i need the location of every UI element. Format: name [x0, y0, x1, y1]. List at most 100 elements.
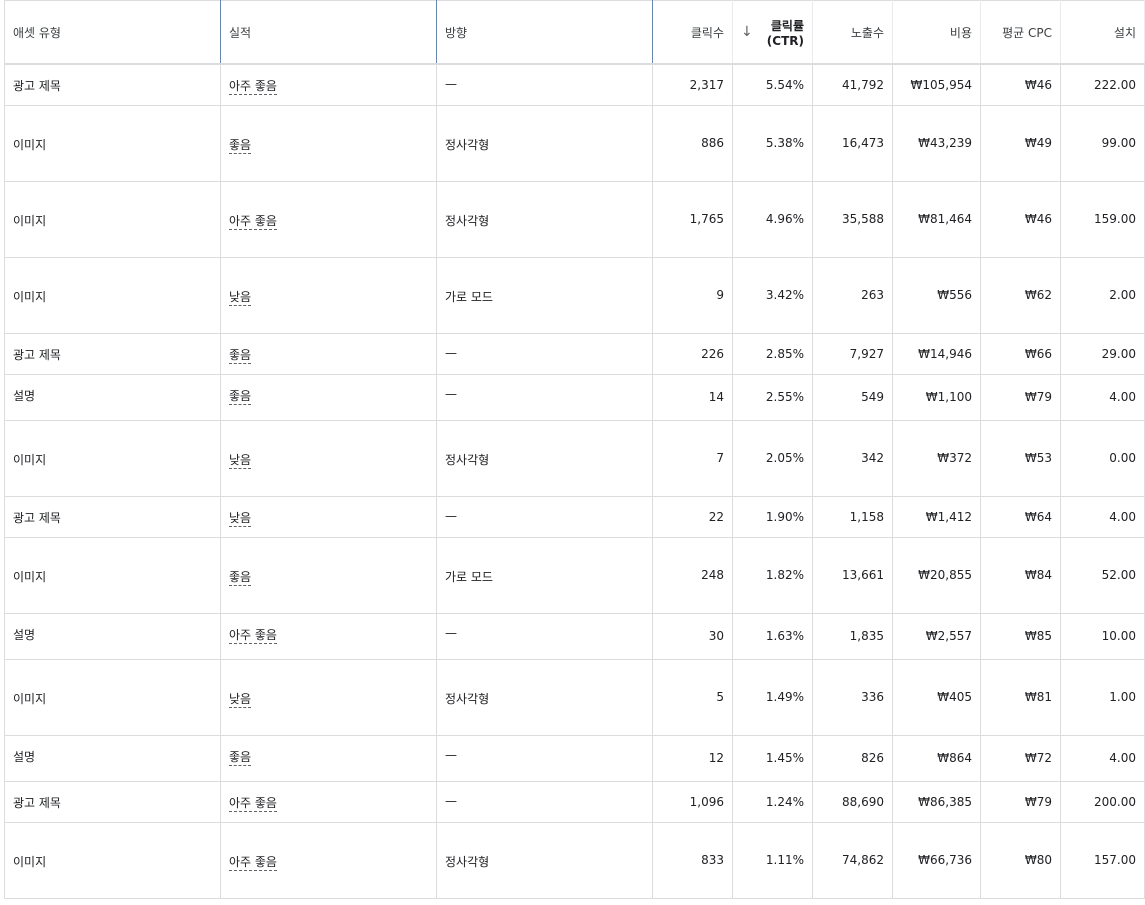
installs-cell: 0.00: [1060, 420, 1145, 497]
avg-cpc-cell: ₩66: [980, 333, 1061, 375]
asset-type-cell: 광고 제목: [4, 781, 221, 823]
performance-rating[interactable]: 아주 좋음: [229, 795, 277, 812]
impressions-cell: 7,927: [812, 333, 893, 375]
cost-cell: ₩405: [892, 659, 981, 736]
impressions-cell: 35,588: [812, 181, 893, 258]
performance-cell: 낮음: [220, 420, 437, 497]
table-row: 이미지 낮음 정사각형 7 2.05% 342 ₩372 ₩53 0.00: [4, 420, 1145, 497]
performance-cell: 아주 좋음: [220, 181, 437, 258]
performance-rating[interactable]: 좋음: [229, 749, 252, 766]
column-header-orientation[interactable]: 방향: [436, 0, 653, 65]
clicks-cell: 2,317: [652, 64, 733, 106]
performance-cell: 좋음: [220, 105, 437, 182]
clicks-cell: 22: [652, 496, 733, 538]
ctr-cell: 1.82%: [732, 537, 813, 614]
clicks-cell: 886: [652, 105, 733, 182]
clicks-cell: 30: [652, 613, 733, 660]
ctr-cell: 2.55%: [732, 374, 813, 421]
asset-type-cell: 이미지: [4, 105, 221, 182]
avg-cpc-cell: ₩80: [980, 822, 1061, 899]
performance-rating[interactable]: 아주 좋음: [229, 854, 277, 871]
performance-rating[interactable]: 좋음: [229, 137, 252, 154]
table-header-row: 애셋 유형 실적 방향 클릭수 ↓ 클릭률 (CTR) 노출수 비용 평균 CP…: [4, 0, 1145, 65]
performance-rating[interactable]: 낮음: [229, 510, 252, 527]
cost-cell: ₩1,412: [892, 496, 981, 538]
orientation-cell: —: [436, 735, 653, 782]
orientation-cell: —: [436, 374, 653, 421]
column-header-impressions[interactable]: 노출수: [812, 0, 893, 65]
impressions-cell: 1,158: [812, 496, 893, 538]
performance-rating[interactable]: 아주 좋음: [229, 627, 277, 644]
impressions-cell: 342: [812, 420, 893, 497]
installs-cell: 1.00: [1060, 659, 1145, 736]
table-row: 광고 제목 아주 좋음 —2,317 5.54% 41,792 ₩105,954 ₩46 22…: [4, 64, 1145, 106]
performance-rating[interactable]: 좋음: [229, 347, 252, 364]
performance-rating[interactable]: 좋음: [229, 569, 252, 586]
column-header-ctr[interactable]: ↓ 클릭률 (CTR): [732, 0, 813, 65]
asset-performance-table: 애셋 유형 실적 방향 클릭수 ↓ 클릭률 (CTR) 노출수 비용 평균 CP…: [4, 0, 1145, 899]
installs-cell: 4.00: [1060, 374, 1145, 421]
cost-cell: ₩43,239: [892, 105, 981, 182]
asset-type-cell: 설명: [4, 735, 221, 782]
performance-rating[interactable]: 낮음: [229, 691, 252, 708]
impressions-cell: 41,792: [812, 64, 893, 106]
column-header-avg-cpc[interactable]: 평균 CPC: [980, 0, 1061, 65]
asset-type-cell: 설명: [4, 613, 221, 660]
performance-rating[interactable]: 아주 좋음: [229, 213, 277, 230]
performance-cell: 낮음: [220, 659, 437, 736]
orientation-cell: —: [436, 64, 653, 106]
ctr-cell: 2.85%: [732, 333, 813, 375]
asset-type-cell: 설명: [4, 374, 221, 421]
asset-type-cell: 이미지: [4, 822, 221, 899]
orientation-cell: —: [436, 333, 653, 375]
orientation-cell: 정사각형: [436, 181, 653, 258]
performance-rating[interactable]: 아주 좋음: [229, 79, 277, 95]
asset-type-cell: 이미지: [4, 537, 221, 614]
table-row: 이미지 좋음 정사각형 886 5.38% 16,473 ₩43,239 ₩49 99.00: [4, 105, 1145, 182]
installs-cell: 2.00: [1060, 257, 1145, 334]
orientation-cell: 정사각형: [436, 822, 653, 899]
clicks-cell: 1,096: [652, 781, 733, 823]
impressions-cell: 1,835: [812, 613, 893, 660]
cost-cell: ₩372: [892, 420, 981, 497]
performance-rating[interactable]: 낮음: [229, 452, 252, 469]
avg-cpc-cell: ₩46: [980, 64, 1061, 106]
table-row: 광고 제목 아주 좋음 —1,096 1.24% 88,690 ₩86,385 ₩79 200…: [4, 781, 1145, 823]
asset-type-cell: 이미지: [4, 257, 221, 334]
orientation-cell: 정사각형: [436, 659, 653, 736]
avg-cpc-cell: ₩46: [980, 181, 1061, 258]
table-row: 설명 아주 좋음 —30 1.63% 1,835 ₩2,557 ₩85 10.00: [4, 613, 1145, 660]
installs-cell: 10.00: [1060, 613, 1145, 660]
column-header-cost[interactable]: 비용: [892, 0, 981, 65]
performance-rating[interactable]: 낮음: [229, 289, 252, 306]
column-header-clicks[interactable]: 클릭수: [652, 0, 733, 65]
orientation-cell: —: [436, 613, 653, 660]
column-header-ctr-label: 클릭률 (CTR): [766, 18, 804, 48]
asset-type-cell: 광고 제목: [4, 496, 221, 538]
clicks-cell: 833: [652, 822, 733, 899]
table-row: 설명 좋음 —12 1.45% 826 ₩864 ₩72 4.00: [4, 735, 1145, 782]
performance-rating[interactable]: 좋음: [229, 388, 252, 405]
cost-cell: ₩14,946: [892, 333, 981, 375]
table-row: 이미지 좋음 가로 모드 248 1.82% 13,661 ₩20,855 ₩84 52.00: [4, 537, 1145, 614]
performance-cell: 좋음: [220, 374, 437, 421]
orientation-cell: —: [436, 496, 653, 538]
installs-cell: 200.00: [1060, 781, 1145, 823]
arrow-down-icon: ↓: [741, 24, 753, 40]
clicks-cell: 226: [652, 333, 733, 375]
impressions-cell: 16,473: [812, 105, 893, 182]
ctr-cell: 2.05%: [732, 420, 813, 497]
clicks-cell: 12: [652, 735, 733, 782]
column-header-asset-type[interactable]: 애셋 유형: [4, 0, 221, 65]
installs-cell: 99.00: [1060, 105, 1145, 182]
clicks-cell: 14: [652, 374, 733, 421]
ctr-cell: 5.38%: [732, 105, 813, 182]
installs-cell: 4.00: [1060, 735, 1145, 782]
column-header-installs[interactable]: 설치: [1060, 0, 1145, 65]
ctr-cell: 1.49%: [732, 659, 813, 736]
avg-cpc-cell: ₩62: [980, 257, 1061, 334]
cost-cell: ₩864: [892, 735, 981, 782]
impressions-cell: 74,862: [812, 822, 893, 899]
column-header-performance[interactable]: 실적: [220, 0, 437, 65]
installs-cell: 157.00: [1060, 822, 1145, 899]
